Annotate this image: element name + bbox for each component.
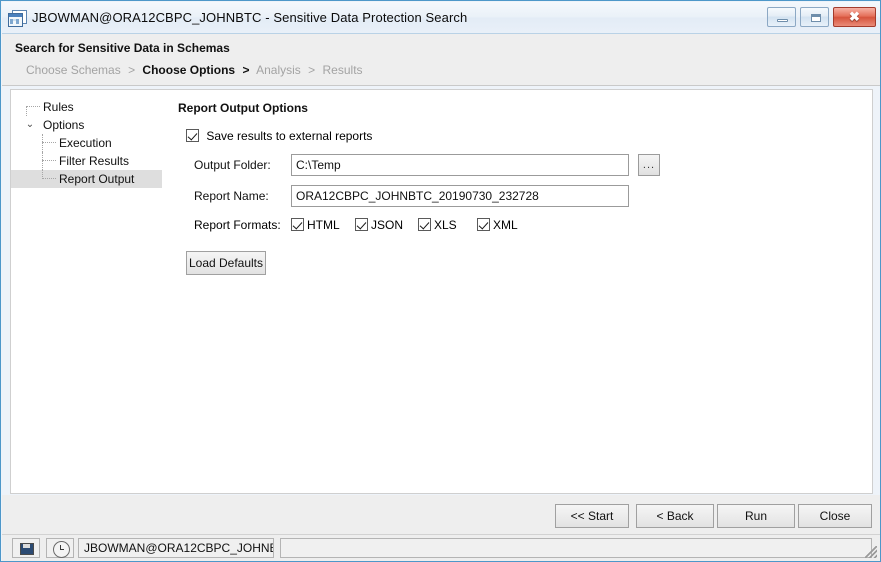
- save-external-reports-label: Save results to external reports: [206, 129, 373, 143]
- footer-bar: << Start < Back Run Close: [2, 495, 880, 534]
- tree-item-label: Execution: [59, 136, 112, 150]
- tree-connector-icon: [42, 160, 56, 162]
- breadcrumb-separator: >: [242, 63, 250, 77]
- page-title: Search for Sensitive Data in Schemas: [15, 41, 230, 55]
- browse-folder-button[interactable]: ...: [638, 154, 660, 176]
- format-checkbox-json[interactable]: JSON: [355, 217, 403, 233]
- report-name-label: Report Name:: [194, 189, 269, 203]
- tree-item-rules[interactable]: Rules: [11, 98, 162, 116]
- load-defaults-button[interactable]: Load Defaults: [186, 251, 266, 275]
- tree-item-label: Rules: [43, 100, 74, 114]
- application-window: JBOWMAN@ORA12CBPC_JOHNBTC - Sensitive Da…: [0, 0, 881, 562]
- xls-checkbox[interactable]: [418, 218, 431, 231]
- tree-connector-icon: [26, 106, 40, 108]
- header-band: Search for Sensitive Data in Schemas Cho…: [2, 34, 880, 86]
- disk-icon: [20, 543, 34, 555]
- status-connection-label: JBOWMAN@ORA12CBPC_JOHNBTC: [78, 538, 274, 558]
- save-external-reports-row[interactable]: Save results to external reports: [186, 129, 372, 143]
- tree-item-execution[interactable]: Execution: [11, 134, 162, 152]
- app-window-icon: [8, 9, 27, 27]
- tree-item-label: Report Output: [59, 172, 135, 186]
- format-label: XML: [493, 218, 518, 232]
- format-checkbox-html[interactable]: HTML: [291, 217, 340, 233]
- tree-item-report-output[interactable]: Report Output: [11, 170, 162, 188]
- title-bar: JBOWMAN@ORA12CBPC_JOHNBTC - Sensitive Da…: [2, 2, 880, 34]
- tree-item-filter-results[interactable]: Filter Results: [11, 152, 162, 170]
- chevron-down-icon[interactable]: ⌄: [23, 116, 37, 134]
- json-checkbox[interactable]: [355, 218, 368, 231]
- close-icon: ✖: [849, 9, 860, 24]
- status-message-panel: [280, 538, 872, 558]
- xml-checkbox[interactable]: [477, 218, 490, 231]
- maximize-button[interactable]: [800, 7, 829, 27]
- report-name-input[interactable]: [291, 185, 629, 207]
- breadcrumb-item-choose-options[interactable]: Choose Options: [142, 63, 235, 77]
- maximize-icon: [811, 14, 821, 22]
- tree-item-options[interactable]: ⌄ Options: [11, 116, 162, 134]
- tree-connector-icon: [42, 142, 56, 144]
- clock-icon: [53, 541, 70, 558]
- close-window-button[interactable]: ✖: [833, 7, 876, 27]
- resize-grip[interactable]: [865, 546, 877, 558]
- status-clock-button[interactable]: [46, 538, 74, 558]
- format-label: XLS: [434, 218, 457, 232]
- content-area: Rules ⌄ Options Execution Filter Results…: [10, 89, 873, 494]
- run-button[interactable]: Run: [717, 504, 795, 528]
- tree-connector-icon: [26, 107, 28, 116]
- format-checkbox-xml[interactable]: XML: [477, 217, 518, 233]
- section-title: Report Output Options: [178, 101, 308, 115]
- tree-item-label: Filter Results: [59, 154, 130, 168]
- format-label: HTML: [307, 218, 340, 232]
- status-bar: JBOWMAN@ORA12CBPC_JOHNBTC: [2, 534, 880, 561]
- close-button[interactable]: Close: [798, 504, 872, 528]
- minimize-icon: [777, 19, 788, 22]
- minimize-button[interactable]: [767, 7, 796, 27]
- save-external-reports-checkbox[interactable]: [186, 129, 199, 142]
- tree-item-label: Options: [43, 118, 85, 132]
- breadcrumb-item-results[interactable]: Results: [323, 63, 363, 77]
- window-controls: ✖: [767, 7, 876, 27]
- breadcrumb: Choose Schemas > Choose Options > Analys…: [26, 63, 363, 77]
- navigation-tree: Rules ⌄ Options Execution Filter Results…: [11, 90, 162, 493]
- output-folder-input[interactable]: [291, 154, 629, 176]
- back-button[interactable]: < Back: [636, 504, 714, 528]
- status-save-button[interactable]: [12, 538, 40, 558]
- format-checkbox-xls[interactable]: XLS: [418, 217, 457, 233]
- breadcrumb-separator: >: [308, 63, 316, 77]
- report-formats-label: Report Formats:: [194, 218, 281, 232]
- html-checkbox[interactable]: [291, 218, 304, 231]
- format-label: JSON: [371, 218, 404, 232]
- report-output-form: Report Output Options Save results to ex…: [162, 90, 872, 493]
- window-title: JBOWMAN@ORA12CBPC_JOHNBTC - Sensitive Da…: [32, 10, 468, 25]
- breadcrumb-item-analysis[interactable]: Analysis: [256, 63, 301, 77]
- output-folder-label: Output Folder:: [194, 158, 271, 172]
- tree-connector-icon: [42, 178, 56, 180]
- breadcrumb-item-choose-schemas[interactable]: Choose Schemas: [26, 63, 121, 77]
- start-button[interactable]: << Start: [555, 504, 629, 528]
- breadcrumb-separator: >: [128, 63, 136, 77]
